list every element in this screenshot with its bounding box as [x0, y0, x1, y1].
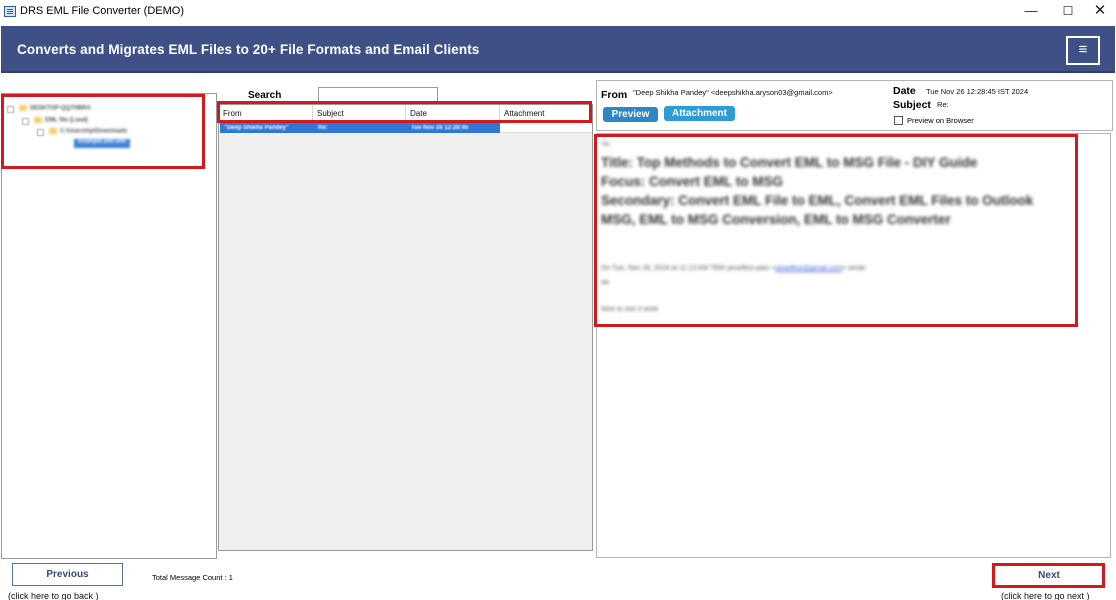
expand-icon[interactable] — [37, 129, 44, 136]
banner-headline: Converts and Migrates EML Files to 20+ F… — [17, 42, 480, 57]
from-value: "Deep Shikha Pandey" <deepshikha.aryson0… — [633, 88, 833, 97]
app-icon — [4, 6, 16, 17]
row-date: Tue Nov 26 12:28:45 — [411, 125, 469, 131]
header-banner: Converts and Migrates EML Files to 20+ F… — [1, 26, 1115, 73]
column-date[interactable]: Date — [406, 105, 500, 122]
preview-signature: Nice to see it work — [601, 306, 659, 313]
previous-button[interactable]: Previous — [12, 563, 123, 586]
minimize-button[interactable]: — — [1014, 0, 1048, 24]
row-attachment — [500, 123, 592, 133]
total-message-count: Total Message Count : 1 — [152, 573, 233, 582]
column-attachment[interactable]: Attachment — [500, 105, 592, 122]
close-button[interactable]: ✕ — [1083, 0, 1116, 24]
tree-node-file[interactable]: example.eml.eml — [74, 139, 131, 148]
message-list-header: From Subject Date Attachment — [219, 105, 592, 122]
message-preview: Hi, Title: Top Methods to Convert EML to… — [596, 133, 1111, 558]
subject-value: Re: — [937, 100, 949, 109]
preview-header: From "Deep Shikha Pandey" <deepshikha.ar… — [596, 80, 1113, 131]
preview-line-3: Secondary: Convert EML File to EML, Conv… — [601, 193, 1034, 208]
preview-quote-line: aa — [601, 279, 609, 286]
subject-label: Subject — [893, 99, 931, 111]
preview-browser-checkbox[interactable] — [894, 116, 903, 125]
folder-tree-panel: DESKTOP-QQ7HBRA EML file (Load) C:\Users… — [1, 93, 217, 559]
tree-node-eml[interactable]: EML file (Load) — [34, 117, 88, 126]
column-subject[interactable]: Subject — [313, 105, 406, 122]
date-label: Date — [893, 85, 916, 97]
window-title: DRS EML File Converter (DEMO) — [20, 5, 185, 17]
date-value: Tue Nov 26 12:28:45 IST 2024 — [926, 87, 1029, 96]
folder-icon — [34, 117, 42, 123]
search-label: Search — [248, 90, 282, 101]
preview-line-4: MSG, EML to MSG Conversion, EML to MSG C… — [601, 212, 951, 227]
preview-browser-label: Preview on Browser — [907, 116, 974, 125]
folder-icon — [19, 105, 27, 111]
from-label: From — [601, 89, 628, 101]
tree-node-computer[interactable]: DESKTOP-QQ7HBRA — [19, 105, 91, 114]
attachment-button[interactable]: Attachment — [664, 106, 735, 121]
preview-button[interactable]: Preview — [603, 107, 658, 122]
preview-line-1: Title: Top Methods to Convert EML to MSG… — [601, 155, 978, 170]
quote-email-link[interactable]: yeseffice@gmail.com — [776, 265, 843, 272]
row-from: "Deep Shikha Pandey" — [224, 125, 289, 131]
table-row[interactable]: "Deep Shikha Pandey" Re: Tue Nov 26 12:2… — [220, 123, 500, 133]
preview-quote: On Tue, Nov 26, 2024 at 11:13 AM TEM yes… — [601, 265, 868, 272]
preview-line-2: Focus: Convert EML to MSG — [601, 174, 784, 189]
preview-greeting: Hi, — [602, 141, 611, 148]
title-bar: DRS EML File Converter (DEMO) — ☐ ✕ — [0, 0, 1116, 24]
message-list[interactable]: From Subject Date Attachment "Deep Shikh… — [218, 104, 593, 551]
column-from[interactable]: From — [219, 105, 313, 122]
search-input[interactable] — [318, 87, 438, 102]
previous-hint: (click here to go back ) — [8, 591, 99, 600]
next-hint: (click here to go next ) — [1001, 591, 1090, 600]
row-subject: Re: — [318, 125, 328, 131]
folder-icon — [49, 128, 57, 134]
next-button[interactable]: Next — [996, 566, 1102, 585]
menu-icon[interactable]: ≡ — [1066, 36, 1100, 65]
tree-node-folder[interactable]: C:\Users\hp\Downloads — [49, 128, 127, 137]
maximize-button[interactable]: ☐ — [1051, 0, 1085, 24]
expand-icon[interactable] — [7, 106, 14, 113]
expand-icon[interactable] — [22, 118, 29, 125]
